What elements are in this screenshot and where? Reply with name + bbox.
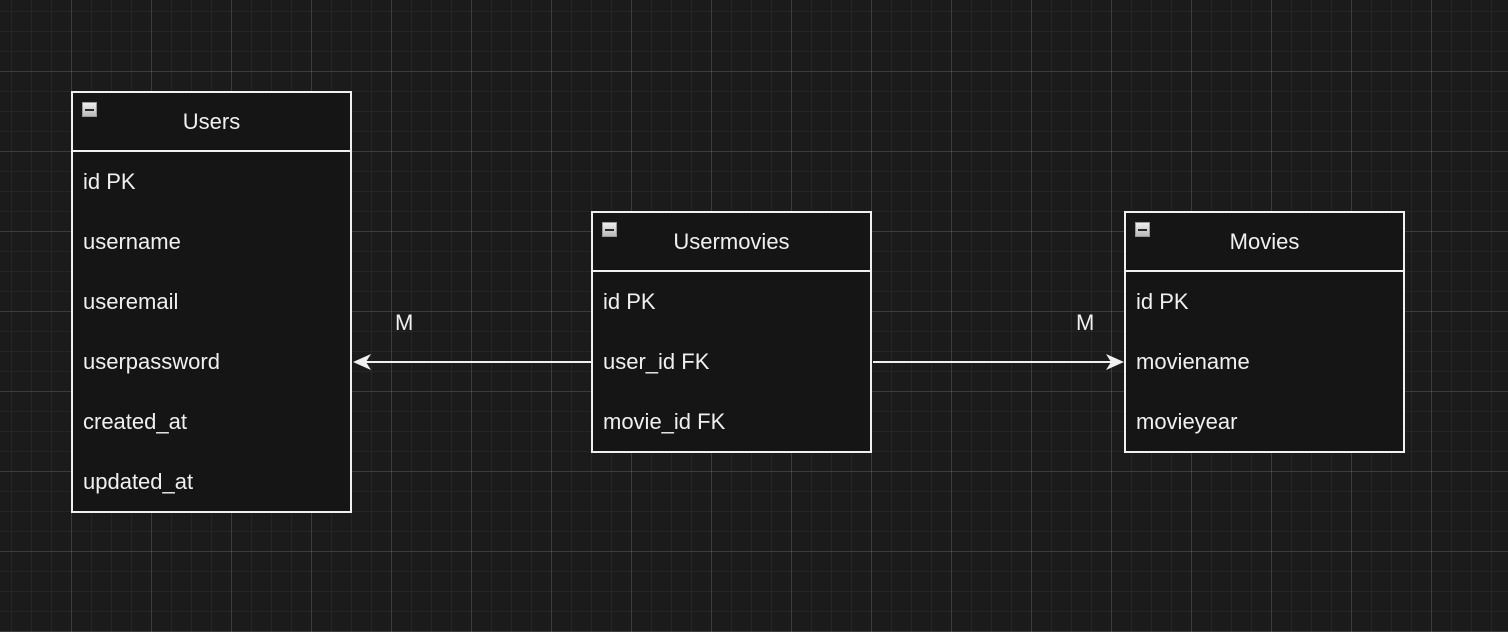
field-row[interactable]: userpassword (73, 332, 350, 392)
entity-title-users: Users (182, 108, 241, 134)
field-row[interactable]: username (73, 212, 350, 272)
collapse-icon[interactable] (602, 222, 617, 237)
field-row[interactable]: id PK (593, 272, 870, 332)
field-row[interactable]: movie_id FK (593, 392, 870, 452)
field-row[interactable]: movieyear (1126, 392, 1403, 452)
field-row[interactable]: updated_at (73, 452, 350, 512)
minus-icon (1138, 228, 1147, 231)
entity-title-usermovies: Usermovies (673, 228, 790, 254)
minus-icon (605, 228, 614, 231)
entity-header-movies[interactable]: Movies (1126, 213, 1403, 272)
relation-label-movies: M (1076, 310, 1095, 335)
entity-header-users[interactable]: Users (73, 93, 350, 152)
relation-label-users: M (395, 310, 414, 335)
entity-header-usermovies[interactable]: Usermovies (593, 213, 870, 272)
field-row[interactable]: useremail (73, 272, 350, 332)
entity-movies[interactable]: Movies id PK moviename movieyear (1124, 211, 1405, 453)
entity-usermovies[interactable]: Usermovies id PK user_id FK movie_id FK (591, 211, 872, 453)
field-row[interactable]: id PK (73, 152, 350, 212)
collapse-icon[interactable] (82, 102, 97, 117)
diagram-canvas: M M Users id PK username useremail userp… (0, 0, 1508, 632)
entity-users[interactable]: Users id PK username useremail userpassw… (71, 91, 352, 513)
minus-icon (85, 108, 94, 111)
collapse-icon[interactable] (1135, 222, 1150, 237)
field-row[interactable]: user_id FK (593, 332, 870, 392)
field-row[interactable]: moviename (1126, 332, 1403, 392)
field-row[interactable]: created_at (73, 392, 350, 452)
field-row[interactable]: id PK (1126, 272, 1403, 332)
entity-title-movies: Movies (1229, 228, 1300, 254)
